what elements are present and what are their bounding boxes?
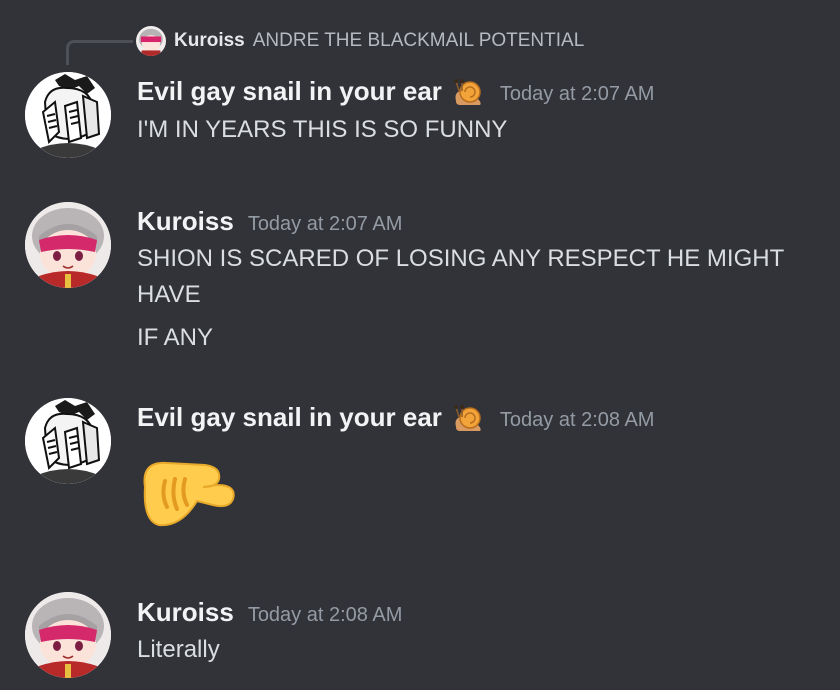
message-content: SHION IS SCARED OF LOSING ANY RESPECT HE… bbox=[137, 241, 784, 356]
message-header: Evil gay snail in your ear Today at 2:07… bbox=[137, 76, 654, 107]
author-name[interactable]: Kuroiss bbox=[137, 206, 234, 237]
timestamp[interactable]: Today at 2:07 AM bbox=[248, 213, 403, 236]
reply-spine bbox=[66, 40, 133, 65]
message-line: Literally bbox=[137, 636, 220, 663]
avatar[interactable] bbox=[25, 72, 111, 158]
message-header: Evil gay snail in your ear Today at 2:08… bbox=[137, 402, 654, 433]
message-content: Literally bbox=[137, 632, 220, 668]
message-header: Kuroiss Today at 2:07 AM bbox=[137, 206, 402, 237]
timestamp[interactable]: Today at 2:07 AM bbox=[500, 83, 655, 106]
message-line: IF ANY bbox=[137, 324, 214, 351]
reply-preview[interactable]: Kuroiss ANDRE THE BLACKMAIL POTENTIAL bbox=[136, 24, 584, 58]
message-content: I'M IN YEARS THIS IS SO FUNNY bbox=[137, 112, 507, 148]
author-name[interactable]: Kuroiss bbox=[137, 597, 234, 628]
message-line: I'M IN YEARS THIS IS SO FUNNY bbox=[137, 116, 508, 143]
author-name[interactable]: Evil gay snail in your ear bbox=[137, 402, 442, 433]
message-line: HAVE bbox=[137, 281, 201, 308]
reply-avatar[interactable] bbox=[136, 26, 166, 56]
reply-author[interactable]: Kuroiss bbox=[174, 30, 245, 52]
snail-emoji-icon bbox=[452, 403, 486, 433]
avatar[interactable] bbox=[25, 202, 111, 288]
avatar[interactable] bbox=[25, 398, 111, 484]
author-name[interactable]: Evil gay snail in your ear bbox=[137, 76, 442, 107]
snail-emoji-icon bbox=[452, 77, 486, 107]
message-line: SHION IS SCARED OF LOSING ANY RESPECT HE… bbox=[137, 245, 785, 272]
message-header: Kuroiss Today at 2:08 AM bbox=[137, 597, 402, 628]
timestamp[interactable]: Today at 2:08 AM bbox=[248, 604, 403, 627]
timestamp[interactable]: Today at 2:08 AM bbox=[500, 409, 655, 432]
reply-text[interactable]: ANDRE THE BLACKMAIL POTENTIAL bbox=[253, 30, 585, 52]
pinching-hand-icon[interactable] bbox=[137, 455, 239, 529]
avatar[interactable] bbox=[25, 592, 111, 678]
